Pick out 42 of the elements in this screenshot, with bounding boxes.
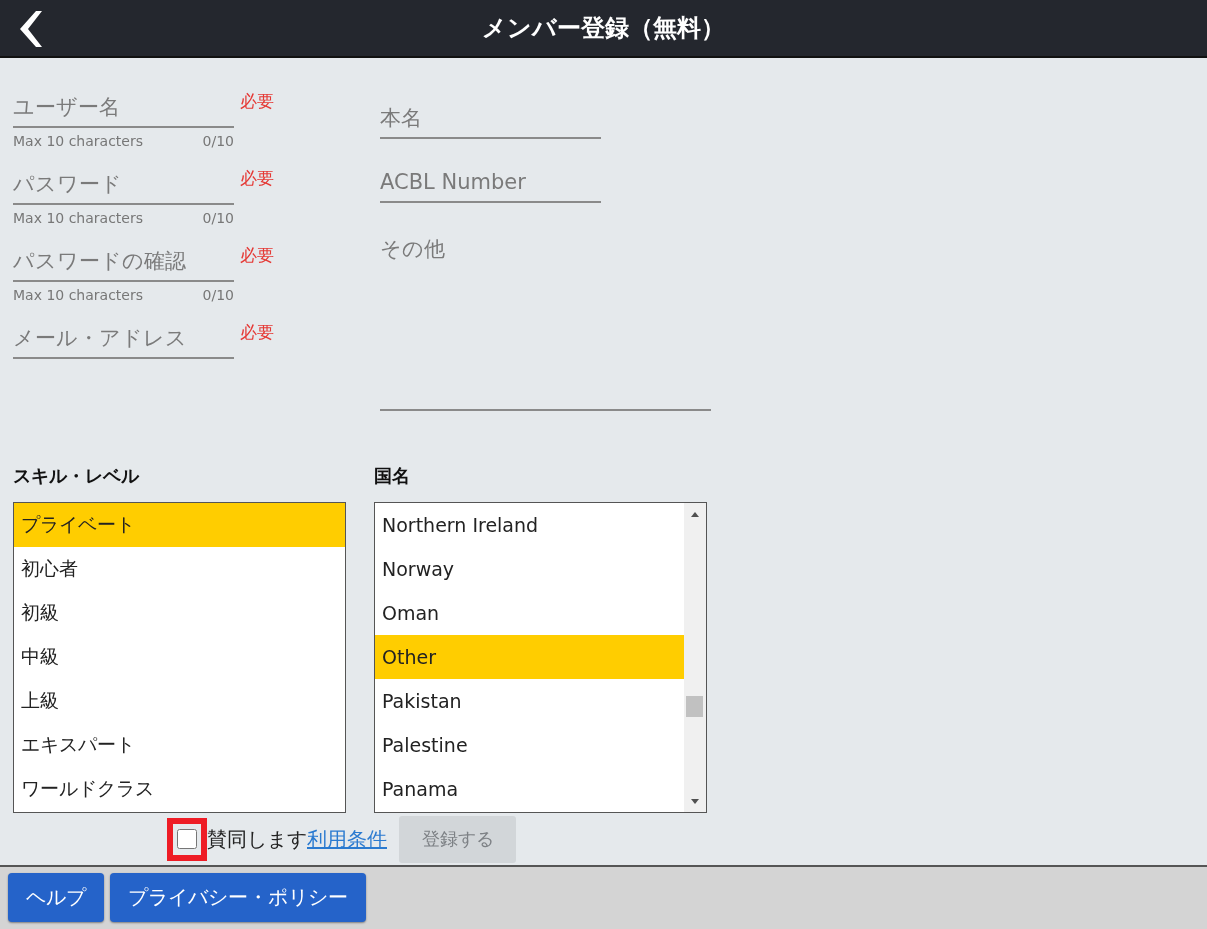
list-option[interactable]: ワールドクラス xyxy=(14,767,345,811)
text-field[interactable]: パスワード xyxy=(13,165,234,205)
required-label: 必要 xyxy=(240,244,274,267)
list-option[interactable]: Pakistan xyxy=(375,679,684,723)
text-area[interactable]: その他 xyxy=(380,235,711,411)
footer-button[interactable]: プライバシー・ポリシー xyxy=(110,873,366,922)
list-box[interactable]: Northern Ireland Norway Oman Other Pakistan Palestine Panama xyxy=(374,502,707,813)
required-label: 必要 xyxy=(240,90,274,113)
text-field[interactable]: パスワードの確認 xyxy=(13,242,234,282)
list-option[interactable]: Oman xyxy=(375,591,684,635)
list-option[interactable]: Other xyxy=(375,635,684,679)
list-option[interactable]: 上級 xyxy=(14,679,345,723)
terms-link[interactable]: 利用条件 xyxy=(307,825,387,853)
text-field[interactable]: メール・アドレス xyxy=(13,319,234,359)
list-option[interactable]: Panama xyxy=(375,767,684,811)
list-option[interactable]: Palestine xyxy=(375,723,684,767)
list-option[interactable]: 初心者 xyxy=(14,547,345,591)
agree-checkbox[interactable] xyxy=(177,829,197,849)
list-option[interactable]: 初級 xyxy=(14,591,345,635)
list-option[interactable]: エキスパート xyxy=(14,723,345,767)
scrollbar[interactable] xyxy=(684,503,706,812)
text-field[interactable]: ユーザー名 xyxy=(13,88,234,128)
footer-button[interactable]: ヘルプ xyxy=(8,873,104,922)
list-option[interactable]: Norway xyxy=(375,547,684,591)
list-box[interactable]: プライベート 初心者 初級 中級 上級 エキスパート ワールドクラス xyxy=(13,502,346,813)
text-field[interactable]: 本名 xyxy=(380,99,601,139)
hint-text: Max 10 characters xyxy=(13,133,143,149)
agree-text: 賛同します xyxy=(207,825,307,853)
list-label: 国名 xyxy=(374,464,411,488)
list-label: スキル・レベル xyxy=(13,464,141,488)
text-field[interactable]: ACBL Number xyxy=(380,163,601,203)
hint-text: Max 10 characters xyxy=(13,287,143,303)
char-counter: 0/10 xyxy=(202,133,234,149)
required-label: 必要 xyxy=(240,321,274,344)
char-counter: 0/10 xyxy=(202,287,234,303)
list-option[interactable]: 中級 xyxy=(14,635,345,679)
char-counter: 0/10 xyxy=(202,210,234,226)
page-title: メンバー登録（無料） xyxy=(482,13,725,44)
required-label: 必要 xyxy=(240,167,274,190)
list-option[interactable]: Northern Ireland xyxy=(375,503,684,547)
list-option[interactable]: プライベート xyxy=(14,503,345,547)
hint-text: Max 10 characters xyxy=(13,210,143,226)
